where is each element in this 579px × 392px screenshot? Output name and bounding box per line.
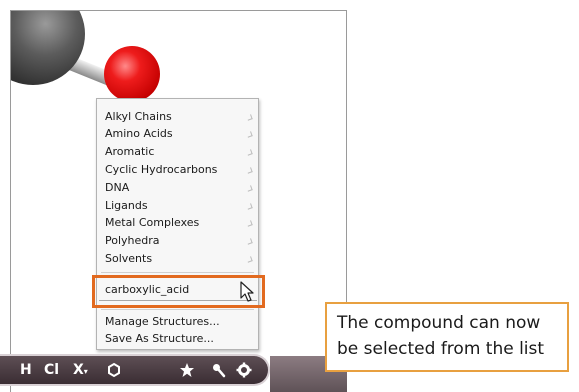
menu-item-alkyl-chains[interactable]: Alkyl Chains bbox=[97, 108, 258, 125]
submenu-arrow-icon bbox=[246, 256, 253, 263]
menu-separator bbox=[101, 272, 254, 273]
menu-item-aromatic[interactable]: Aromatic bbox=[97, 143, 258, 160]
bottom-toolbar: H Cl X▾ bbox=[0, 354, 270, 386]
callout-line: be selected from the list bbox=[337, 339, 545, 359]
menu-item-label: Aromatic bbox=[105, 145, 155, 158]
oxygen-atom[interactable] bbox=[104, 46, 160, 102]
star-icon[interactable] bbox=[179, 362, 195, 378]
menu-separator bbox=[101, 309, 254, 310]
menu-item-label: Solvents bbox=[105, 252, 153, 265]
submenu-arrow-icon bbox=[246, 238, 253, 245]
menu-item-label: Ligands bbox=[105, 199, 148, 212]
element-picker-label: X bbox=[73, 362, 84, 378]
chlorine-button[interactable]: Cl bbox=[44, 356, 59, 384]
annotation-callout: The compound can now be selected from th… bbox=[325, 302, 569, 372]
menu-item-amino-acids[interactable]: Amino Acids bbox=[97, 125, 258, 142]
menu-item-dna[interactable]: DNA bbox=[97, 179, 258, 196]
menu-item-manage-structures[interactable]: Manage Structures... bbox=[97, 313, 258, 330]
menu-item-metal-complexes[interactable]: Metal Complexes bbox=[97, 214, 258, 231]
hydrogen-button[interactable]: H bbox=[20, 356, 32, 384]
menu-item-solvents[interactable]: Solvents bbox=[97, 250, 258, 267]
menu-item-label: DNA bbox=[105, 181, 130, 194]
element-picker-button[interactable]: X▾ bbox=[73, 356, 88, 384]
ring-icon[interactable] bbox=[106, 362, 122, 378]
menu-item-label: Cyclic Hydrocarbons bbox=[105, 163, 218, 176]
chevron-down-icon: ▾ bbox=[83, 367, 88, 376]
menu-item-ligands[interactable]: Ligands bbox=[97, 197, 258, 214]
menu-item-polyhedra[interactable]: Polyhedra bbox=[97, 232, 258, 249]
menu-item-save-as-structure[interactable]: Save As Structure... bbox=[97, 330, 258, 347]
menu-item-label: Polyhedra bbox=[105, 234, 160, 247]
submenu-arrow-icon bbox=[246, 220, 253, 227]
mouse-cursor-icon bbox=[240, 281, 254, 302]
callout-line: The compound can now bbox=[337, 313, 541, 333]
submenu-arrow-icon bbox=[246, 203, 253, 210]
submenu-arrow-icon bbox=[246, 131, 253, 138]
gear-icon[interactable] bbox=[236, 362, 252, 378]
structure-context-menu: Alkyl Chains Amino Acids Aromatic Cyclic… bbox=[96, 98, 259, 350]
wand-icon[interactable] bbox=[211, 362, 227, 378]
menu-item-label: Alkyl Chains bbox=[105, 110, 172, 123]
menu-item-cyclic-hydrocarbons[interactable]: Cyclic Hydrocarbons bbox=[97, 161, 258, 178]
submenu-arrow-icon bbox=[246, 149, 253, 156]
carbon-atom[interactable] bbox=[11, 11, 85, 85]
submenu-arrow-icon bbox=[246, 167, 253, 174]
menu-item-label: Amino Acids bbox=[105, 127, 173, 140]
menu-item-label: Manage Structures... bbox=[105, 315, 220, 328]
submenu-arrow-icon bbox=[246, 114, 253, 121]
menu-item-label: Metal Complexes bbox=[105, 216, 200, 229]
menu-item-label: Save As Structure... bbox=[105, 332, 214, 345]
submenu-arrow-icon bbox=[246, 185, 253, 192]
